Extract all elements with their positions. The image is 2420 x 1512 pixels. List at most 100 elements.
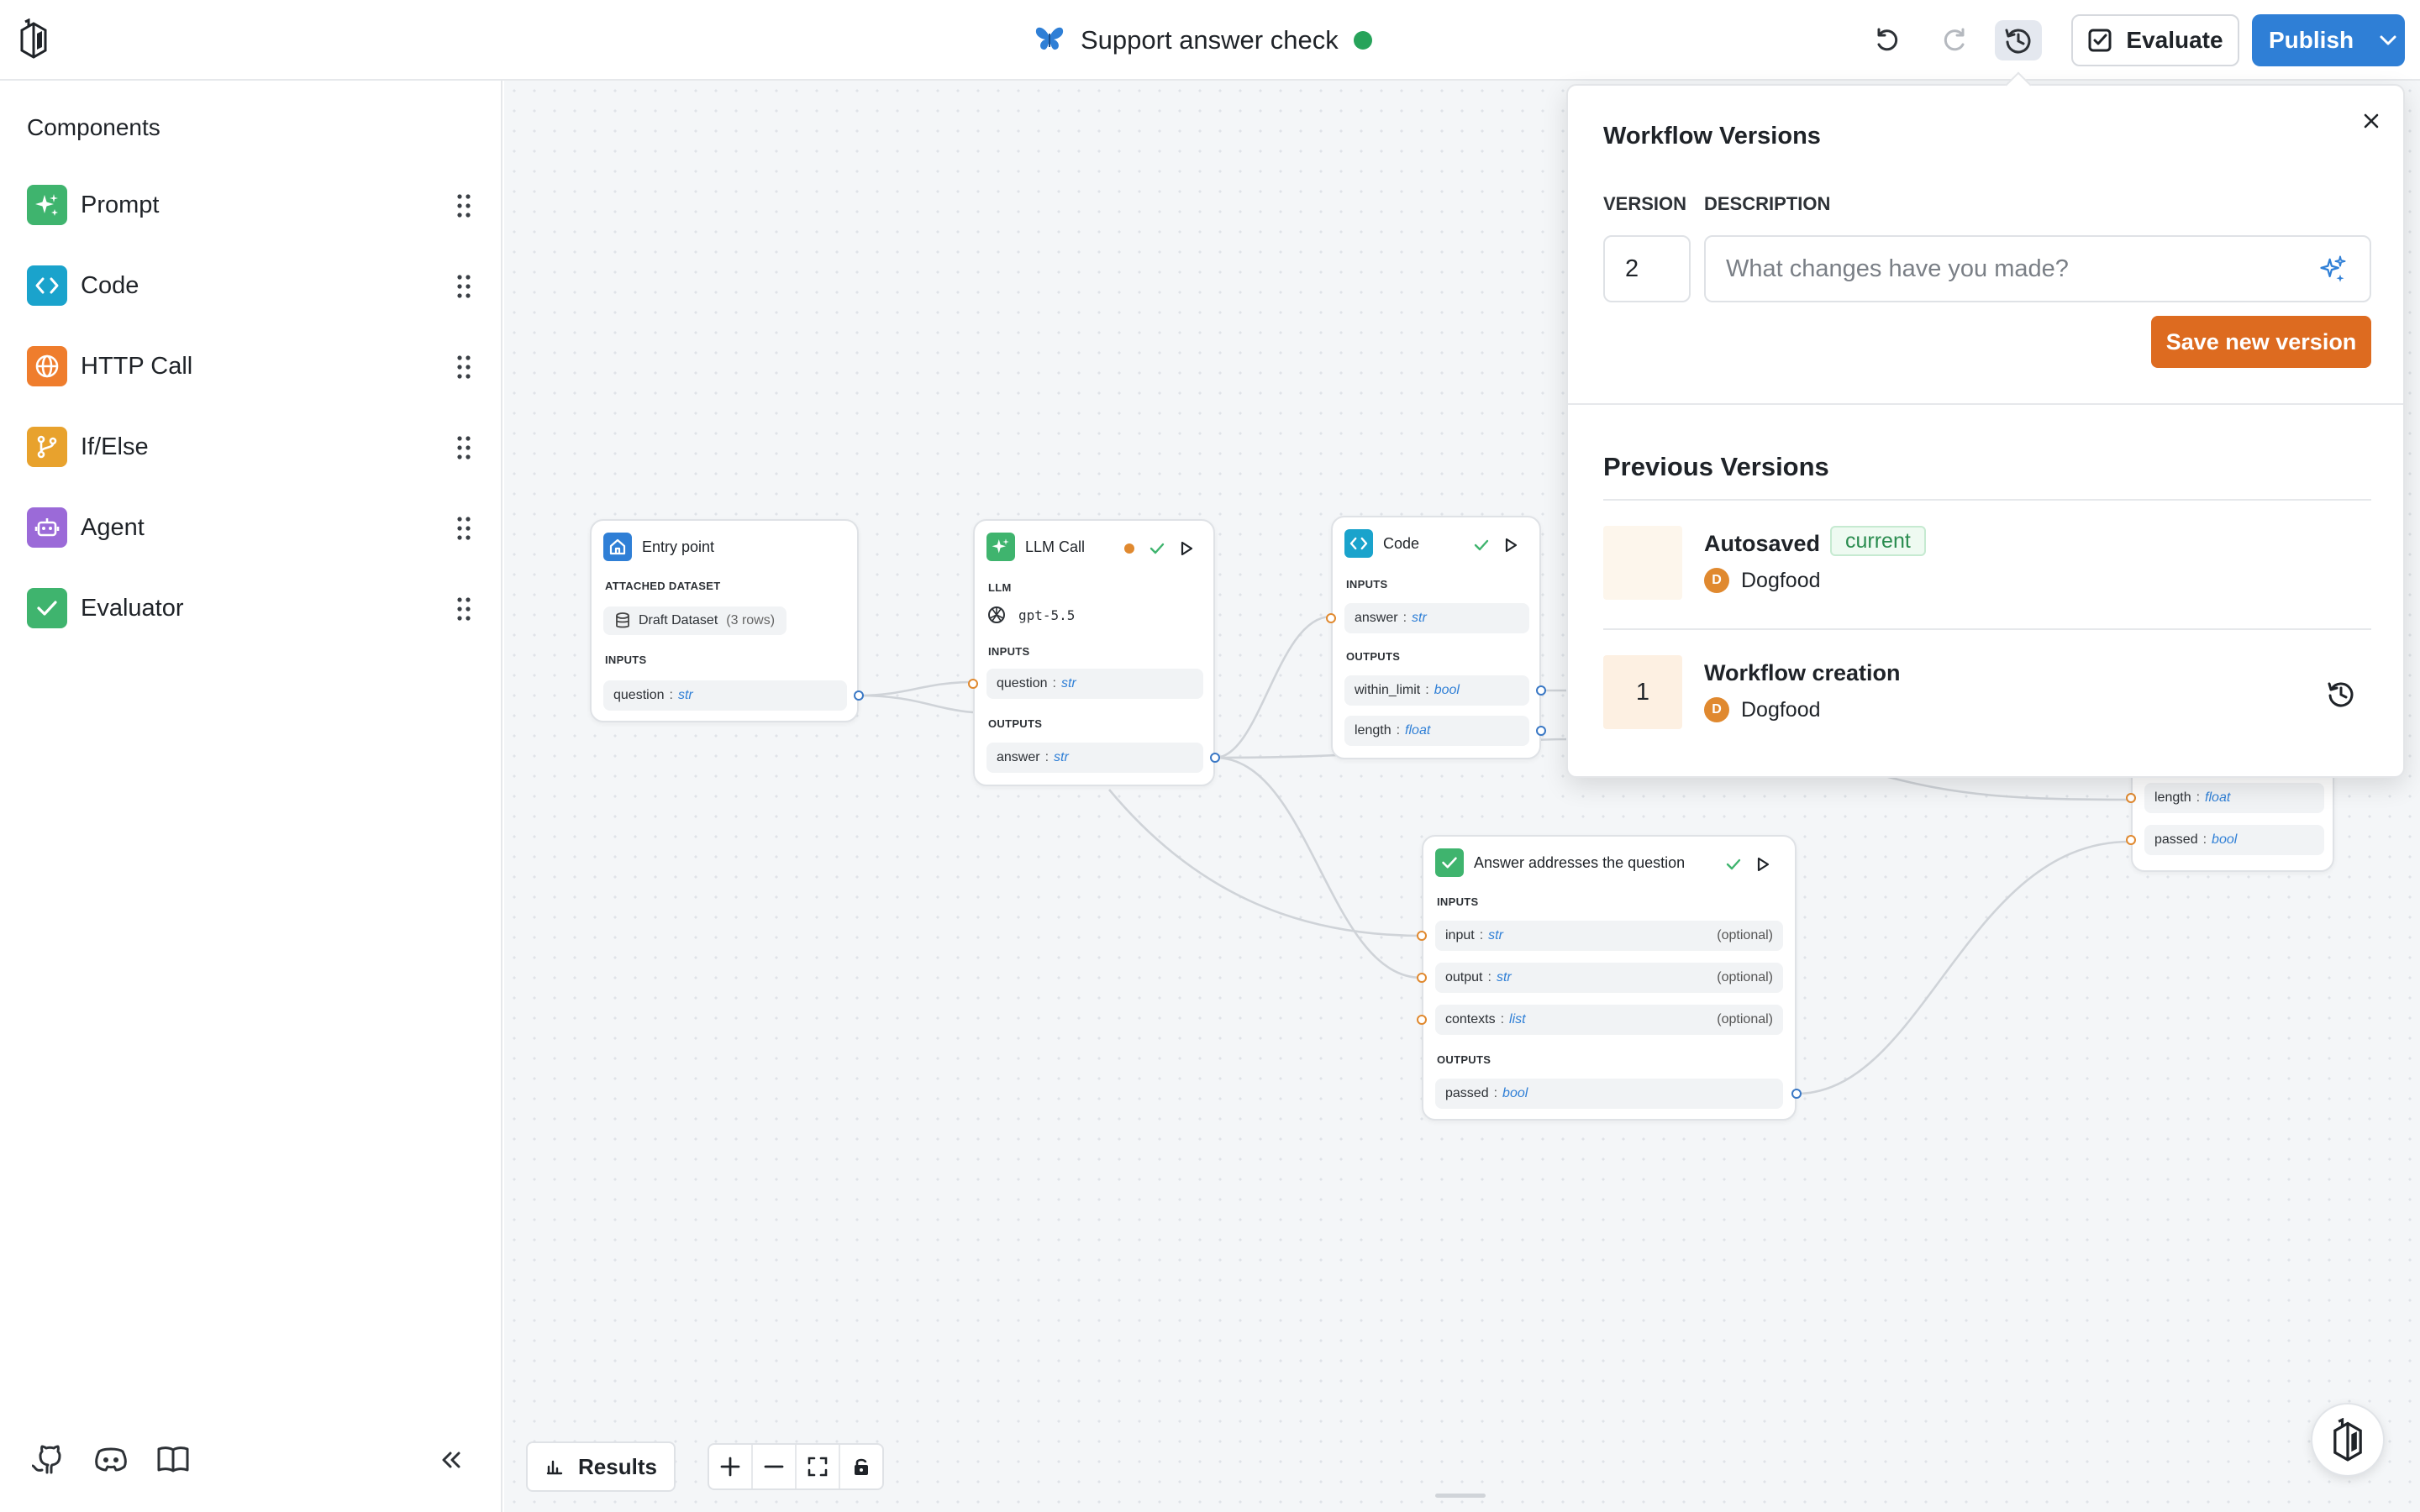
drag-handle-icon[interactable] — [455, 274, 472, 303]
field-name: answer — [1355, 611, 1398, 625]
zoom-in-button[interactable] — [709, 1445, 753, 1488]
input-port[interactable] — [1417, 973, 1427, 983]
field-name: passed — [1445, 1086, 1489, 1100]
ai-sparkle-icon[interactable] — [2317, 254, 2348, 288]
docs-book-icon[interactable] — [155, 1441, 192, 1481]
field-row[interactable]: length: float — [2144, 783, 2324, 813]
sidebar-item-prompt[interactable]: Prompt — [27, 180, 472, 230]
input-port[interactable] — [1417, 1015, 1427, 1025]
output-port[interactable] — [1536, 685, 1546, 696]
field-row[interactable]: question: str — [986, 669, 1203, 699]
version-row[interactable]: 1 Workflow creation D Dogfood — [1603, 655, 2371, 731]
version-author: D Dogfood — [1704, 568, 1821, 593]
version-history-button[interactable] — [1995, 20, 2042, 60]
input-port[interactable] — [2126, 835, 2136, 845]
field-row[interactable]: input: str (optional) — [1435, 921, 1783, 951]
previous-versions-title: Previous Versions — [1603, 452, 1829, 481]
undo-icon — [1877, 28, 1898, 51]
output-port[interactable] — [1210, 753, 1220, 763]
check-icon — [1150, 543, 1165, 554]
drag-handle-icon[interactable] — [455, 193, 472, 223]
field-type: str — [677, 688, 693, 702]
github-icon[interactable] — [31, 1441, 67, 1481]
close-button[interactable] — [2358, 108, 2385, 134]
field-type: float — [2205, 790, 2231, 805]
top-bar: Support answer check Evaluate Publish — [0, 0, 2420, 81]
avatar: D — [1704, 697, 1729, 722]
dataset-rows: (3 rows) — [726, 613, 776, 627]
version-input[interactable] — [1603, 235, 1691, 302]
results-drawer-handle[interactable] — [1435, 1494, 1486, 1498]
chevron-down-icon[interactable] — [2379, 34, 2397, 46]
sidebar-item-evaluator[interactable]: Evaluator — [27, 583, 472, 633]
redo-button[interactable] — [1931, 20, 1978, 60]
field-row[interactable]: within_limit: bool — [1344, 675, 1529, 706]
branch-icon — [27, 427, 67, 467]
fit-view-button[interactable] — [797, 1445, 840, 1488]
field-row[interactable]: contexts: list (optional) — [1435, 1005, 1783, 1035]
model-name: gpt-5.5 — [1018, 606, 1076, 623]
author-name: Dogfood — [1741, 568, 1821, 592]
field-row[interactable]: output: str (optional) — [1435, 963, 1783, 993]
play-icon[interactable] — [1180, 541, 1193, 556]
node-title: Code — [1383, 534, 1420, 552]
dataset-chip[interactable]: Draft Dataset (3 rows) — [603, 606, 787, 635]
field-row[interactable]: length: float — [1344, 716, 1529, 746]
app-logo-icon[interactable] — [17, 18, 50, 59]
database-icon — [616, 612, 629, 628]
field-row[interactable]: passed: bool — [2144, 825, 2324, 855]
entry-point-node[interactable]: Entry point ATTACHED DATASET Draft Datas… — [590, 519, 864, 722]
lock-button[interactable] — [840, 1445, 882, 1488]
drag-handle-icon[interactable] — [455, 516, 472, 545]
field-name: output — [1445, 970, 1483, 984]
description-input[interactable] — [1704, 235, 2371, 302]
sidebar-item-code[interactable]: Code — [27, 260, 472, 311]
publish-button[interactable]: Publish — [2252, 14, 2405, 66]
play-icon[interactable] — [1756, 857, 1770, 872]
version-number-badge: 1 — [1603, 655, 1682, 729]
output-port[interactable] — [1791, 1089, 1802, 1099]
help-chat-button[interactable] — [2311, 1403, 2385, 1477]
play-icon[interactable] — [1504, 538, 1518, 553]
node-title: Answer addresses the question — [1474, 853, 1686, 871]
evaluate-button[interactable]: Evaluate — [2071, 14, 2239, 66]
drag-handle-icon[interactable] — [455, 354, 472, 384]
field-row[interactable]: passed: bool — [1435, 1079, 1783, 1109]
input-port[interactable] — [968, 679, 978, 689]
results-button[interactable]: Results — [526, 1441, 676, 1492]
field-row[interactable]: question: str — [603, 680, 847, 711]
sidebar-item-agent[interactable]: Agent — [27, 502, 472, 553]
description-label: DESCRIPTION — [1704, 193, 1831, 214]
drag-handle-icon[interactable] — [455, 435, 472, 465]
drag-handle-icon[interactable] — [455, 596, 472, 626]
output-port[interactable] — [854, 690, 864, 701]
sidebar-item-http-call[interactable]: HTTP Call — [27, 341, 472, 391]
components-sidebar: Components Prompt Code HTTP Call If/Else… — [0, 81, 502, 1512]
field-type: str — [1060, 676, 1076, 690]
input-port[interactable] — [1326, 613, 1336, 623]
output-port[interactable] — [1536, 726, 1546, 736]
sidebar-item-label: If/Else — [81, 433, 149, 460]
sidebar-item-if-else[interactable]: If/Else — [27, 422, 472, 472]
robot-icon — [27, 507, 67, 548]
undo-button[interactable] — [1864, 20, 1911, 60]
save-new-version-button[interactable]: Save new version — [2151, 316, 2371, 368]
llm-call-node[interactable]: LLM Call LLM gpt-5.5 INPUTS question: str… — [968, 519, 1220, 786]
model-selector[interactable]: gpt-5.5 — [986, 605, 1075, 625]
evaluator-node[interactable]: Answer addresses the question INPUTS inp… — [1417, 835, 1802, 1121]
discord-icon[interactable] — [92, 1441, 129, 1481]
input-port[interactable] — [1417, 931, 1427, 941]
code-node[interactable]: Code INPUTS answer: str OUTPUTS within_li… — [1326, 516, 1546, 759]
collapse-sidebar-icon[interactable] — [439, 1450, 464, 1474]
version-row[interactable]: Autosaved current D Dogfood — [1603, 526, 2371, 601]
evaluate-label: Evaluate — [2126, 27, 2223, 53]
unsaved-dot — [1124, 543, 1134, 554]
field-row[interactable]: answer: str — [1344, 603, 1529, 633]
input-port[interactable] — [2126, 793, 2136, 803]
workflow-name[interactable]: Support answer check — [1081, 25, 1339, 55]
restore-version-icon[interactable] — [2326, 679, 2356, 713]
canvas-zoom-controls — [708, 1443, 884, 1490]
zoom-out-button[interactable] — [753, 1445, 797, 1488]
section-label: INPUTS — [1437, 895, 1479, 908]
field-row[interactable]: answer: str — [986, 743, 1203, 773]
